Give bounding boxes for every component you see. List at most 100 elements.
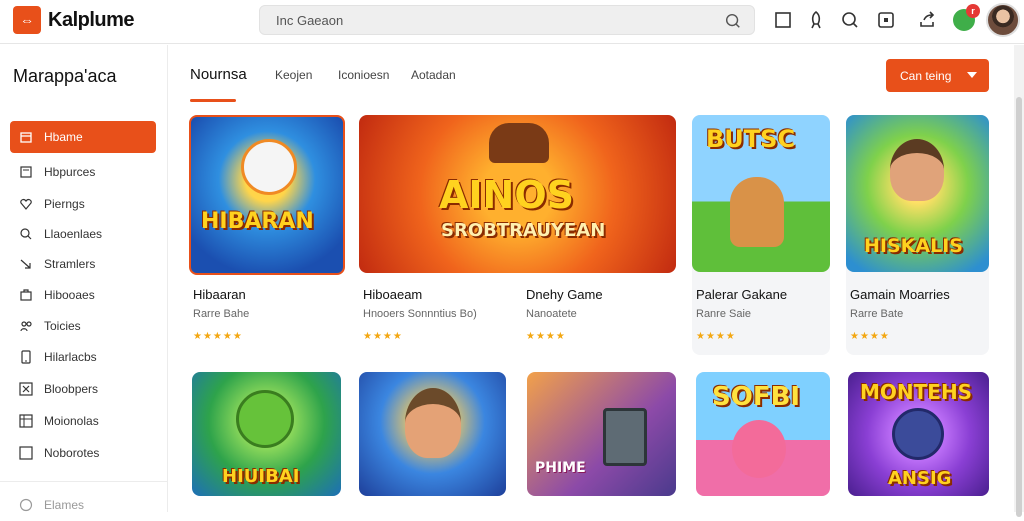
people-icon xyxy=(18,318,34,334)
monster-image xyxy=(892,408,944,460)
game-card[interactable]: SOFBI xyxy=(696,372,830,496)
game-thumbnail[interactable]: HIBARAN xyxy=(189,115,345,275)
game-card[interactable]: PHIME xyxy=(527,372,676,496)
sidebar-item-label: Moionolas xyxy=(44,414,99,428)
tab-nournsa[interactable]: Nournsa xyxy=(190,66,247,83)
sidebar-item-pierngs[interactable]: Pierngs xyxy=(10,188,156,220)
sidebar: Marappa'aca Hbame Hbpurces Pierngs Llaoe… xyxy=(0,45,168,512)
arrow-icon xyxy=(18,256,34,272)
game-thumbnail[interactable]: HISKALIS xyxy=(846,115,989,272)
sidebar-divider xyxy=(0,481,168,482)
sidebar-item-label: Llaoenlaes xyxy=(44,227,103,241)
game-card[interactable]: MONTEHS ANSIG xyxy=(848,372,989,496)
sidebar-item-noborotes[interactable]: Noborotes xyxy=(10,437,156,469)
sidebar-item-label: Pierngs xyxy=(44,197,85,211)
active-tab-indicator xyxy=(190,99,236,102)
scrollbar-thumb[interactable] xyxy=(1016,97,1022,517)
game-title: Hiboaeam xyxy=(363,287,423,302)
sidebar-item-label: Hilarlacbs xyxy=(44,350,97,364)
sidebar-item-hbpurces[interactable]: Hbpurces xyxy=(10,156,156,188)
game-thumbnail[interactable]: HIUIBAI xyxy=(192,372,341,496)
app-title: Kalplume xyxy=(48,9,135,31)
tab-keojen[interactable]: Keojen xyxy=(275,68,312,82)
mascot-image xyxy=(241,139,297,195)
sidebar-item-label: Toicies xyxy=(44,319,81,333)
sidebar-item-home[interactable]: Hbame xyxy=(10,121,156,153)
search-icon[interactable] xyxy=(840,10,860,30)
game-subtitle: Ranre Saie xyxy=(696,308,752,320)
cowboy-image xyxy=(405,388,461,458)
character-image xyxy=(890,139,944,201)
game-art-title: AINOS xyxy=(439,173,575,217)
close-box-icon xyxy=(18,381,34,397)
game-thumbnail[interactable]: MONTEHS ANSIG xyxy=(848,372,989,496)
sidebar-title: Marappa'aca xyxy=(13,66,117,86)
game-thumbnail[interactable]: AINOS SROBTRAUYEAN xyxy=(359,115,676,273)
sidebar-footer-label: Elames xyxy=(44,498,85,512)
home-icon xyxy=(18,129,34,145)
sidebar-item-hilarlacbs[interactable]: Hilarlacbs xyxy=(10,341,156,373)
phone-icon xyxy=(18,349,34,365)
game-subtitle: Hnooers Sonnntius Bo) xyxy=(363,308,477,320)
game-thumbnail[interactable] xyxy=(359,372,506,496)
tab-aotadan[interactable]: Aotadan xyxy=(411,68,456,82)
sidebar-item-bloobpers[interactable]: Bloobpers xyxy=(10,373,156,405)
game-title: Palerar Gakane xyxy=(696,287,788,302)
sidebar-item-label: Bloobpers xyxy=(44,382,99,396)
search-icon[interactable] xyxy=(724,12,742,30)
sidebar-item-toicies[interactable]: Toicies xyxy=(10,310,156,342)
game-card[interactable]: HIBARAN Hibaaran Rarre Bahe ★★★★★ xyxy=(189,115,345,355)
sidebar-item-label: Noborotes xyxy=(44,446,100,460)
square-icon[interactable] xyxy=(773,10,793,30)
game-subtitle: Rarre Bahe xyxy=(193,308,250,320)
game-title: Gamain Moarries xyxy=(850,287,950,302)
game-art-title: BUTSC xyxy=(706,125,796,153)
rating-stars: ★★★★ xyxy=(363,331,403,342)
info-icon xyxy=(18,497,34,513)
square-icon xyxy=(18,445,34,461)
pig-image xyxy=(732,420,786,478)
avatar[interactable] xyxy=(986,3,1020,37)
notification-badge: r xyxy=(966,4,980,18)
sidebar-item-hibooaes[interactable]: Hibooaes xyxy=(10,279,156,311)
app-logo-icon[interactable]: ⇔ xyxy=(13,6,41,34)
share-icon[interactable] xyxy=(917,10,937,30)
sidebar-item-games[interactable]: Elames xyxy=(10,489,156,521)
sidebar-item-moionolas[interactable]: Moionolas xyxy=(10,405,156,437)
scrollbar[interactable] xyxy=(1014,45,1024,517)
game-art-title: HISKALIS xyxy=(864,235,963,257)
game-subtitle: Nanoatete xyxy=(526,308,577,320)
rating-stars: ★★★★ xyxy=(850,331,890,342)
game-card[interactable]: Dnehy Game Nanoatete ★★★★ xyxy=(522,273,672,353)
rating-stars: ★★★★ xyxy=(696,331,736,342)
sidebar-item-llaoenlaes[interactable]: Llaoenlaes xyxy=(10,218,156,250)
dragon-image xyxy=(236,390,294,448)
heart-icon xyxy=(18,196,34,212)
rocket-icon[interactable] xyxy=(806,10,826,30)
rating-stars: ★★★★ xyxy=(526,331,566,342)
game-title: Hibaaran xyxy=(193,287,246,302)
cta-dropdown-button[interactable]: Can teing xyxy=(886,59,989,92)
grid-icon xyxy=(18,413,34,429)
box-icon[interactable] xyxy=(876,10,896,30)
tab-iconioesn[interactable]: Iconioesn xyxy=(338,68,389,82)
game-thumbnail[interactable]: BUTSC xyxy=(692,115,830,272)
sidebar-item-label: Hbpurces xyxy=(44,165,96,179)
game-subtitle: Rarre Bate xyxy=(850,308,904,320)
sidebar-item-label: Stramlers xyxy=(44,257,96,271)
game-card[interactable]: HISKALIS Gamain Moarries Rarre Bate ★★★★ xyxy=(846,115,989,355)
bear-image xyxy=(730,177,784,247)
chevron-down-icon xyxy=(967,72,977,78)
game-art-subtitle: ANSIG xyxy=(888,468,952,489)
sidebar-item-stramlers[interactable]: Stramlers xyxy=(10,248,156,280)
search-input[interactable]: Inc Gaeaon xyxy=(259,5,755,35)
bag-icon xyxy=(18,287,34,303)
game-thumbnail[interactable]: SOFBI xyxy=(696,372,830,496)
game-card[interactable] xyxy=(359,372,506,496)
rating-stars: ★★★★★ xyxy=(193,331,243,342)
game-card[interactable]: HIUIBAI xyxy=(192,372,341,496)
game-thumbnail[interactable]: PHIME xyxy=(527,372,676,496)
search-icon xyxy=(18,226,34,242)
game-card[interactable]: BUTSC Palerar Gakane Ranre Saie ★★★★ xyxy=(692,115,830,355)
game-art-title: HIUIBAI xyxy=(222,466,300,487)
